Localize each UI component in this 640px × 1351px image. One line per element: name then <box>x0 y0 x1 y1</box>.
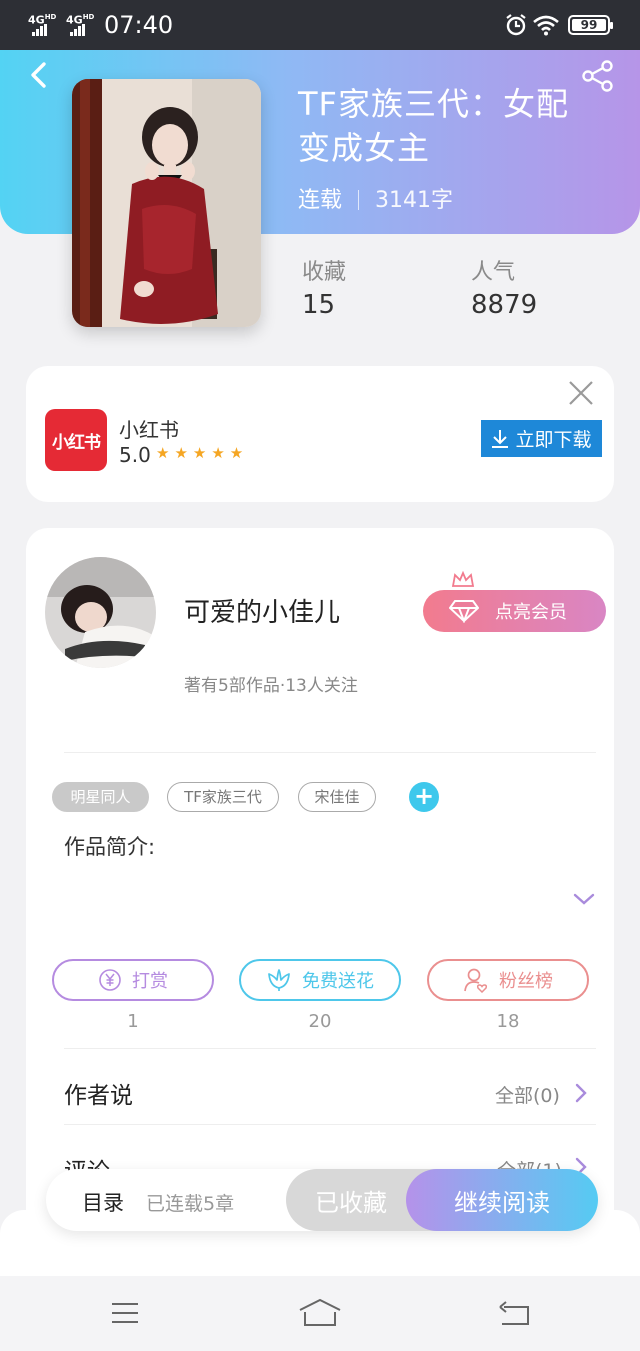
fan-count: 18 <box>496 1011 520 1032</box>
book-detail-page: 4GHD 4GHD 07:40 99 TF家族三代：女配变成女主 连载 3141… <box>0 0 640 1351</box>
book-cover-image[interactable] <box>72 79 261 327</box>
chapter-count: 已连载5章 <box>146 1193 235 1215</box>
continue-reading-label: 继续阅读 <box>454 1188 550 1217</box>
author-says-label[interactable]: 作者说 <box>64 1076 133 1110</box>
popularity-count: 8879 <box>471 290 538 320</box>
divider <box>64 752 596 753</box>
vip-member-button[interactable]: 点亮会员 <box>423 590 606 632</box>
fan-ranking-label: 粉丝榜 <box>499 971 553 992</box>
reward-button[interactable]: 打赏 <box>52 959 214 1001</box>
book-title: TF家族三代：女配变成女主 <box>298 85 569 167</box>
reward-count: 1 <box>127 1011 139 1032</box>
author-avatar[interactable] <box>45 557 156 668</box>
yen-icon <box>99 969 121 991</box>
home-icon[interactable] <box>298 1298 342 1328</box>
back-button[interactable] <box>22 58 56 92</box>
diamond-icon <box>449 600 479 623</box>
tag-1[interactable]: 明星同人 <box>52 782 149 812</box>
table-of-contents-button[interactable]: 目录 <box>82 1187 124 1217</box>
flower-count: 20 <box>308 1011 332 1032</box>
popularity-label: 人气 <box>471 260 516 285</box>
battery-level: 99 <box>580 18 598 32</box>
menu-icon[interactable] <box>110 1298 140 1328</box>
back-nav-icon[interactable] <box>498 1298 532 1328</box>
continue-reading-button[interactable]: 继续阅读 <box>406 1169 598 1231</box>
fan-icon <box>464 968 488 993</box>
favorited-label: 已收藏 <box>315 1188 387 1217</box>
ad-rating-value: 5.0 <box>119 443 151 467</box>
favorites-label: 收藏 <box>302 260 347 285</box>
star-rating-icon: ★★★★★ <box>156 444 249 462</box>
serial-status: 连载 <box>298 188 343 213</box>
reward-label: 打赏 <box>132 971 168 992</box>
download-label: 立即下载 <box>515 429 592 451</box>
alarm-icon <box>506 14 526 36</box>
author-name[interactable]: 可爱的小佳儿 <box>184 592 340 629</box>
download-button[interactable]: 立即下载 <box>481 420 602 457</box>
divider <box>64 1048 596 1049</box>
tag-2[interactable]: TF家族三代 <box>167 782 279 812</box>
add-tag-button[interactable]: + <box>409 782 439 812</box>
download-icon <box>492 429 509 448</box>
xiaohongshu-logo: 小红书 <box>45 409 107 471</box>
ad-app-name: 小红书 <box>119 418 179 442</box>
divider <box>64 1124 596 1125</box>
close-icon[interactable] <box>566 378 596 408</box>
favorites-count: 15 <box>302 290 336 320</box>
word-count: 3141字 <box>375 188 454 213</box>
signal-icon-1 <box>32 24 48 36</box>
author-meta: 著有5部作品·13人关注 <box>184 676 358 696</box>
fan-ranking-button[interactable]: 粉丝榜 <box>427 959 589 1001</box>
flower-icon <box>268 969 290 991</box>
separator <box>358 190 360 210</box>
wifi-icon <box>533 15 559 36</box>
author-says-all-link[interactable]: 全部(0) <box>495 1081 560 1108</box>
send-flower-button[interactable]: 免费送花 <box>239 959 401 1001</box>
clock: 07:40 <box>104 11 174 39</box>
signal-icon-2 <box>70 24 86 36</box>
intro-label: 作品简介: <box>64 835 156 859</box>
battery-icon: 99 <box>568 15 613 35</box>
crown-icon <box>451 570 475 587</box>
status-bar: 4GHD 4GHD 07:40 99 <box>0 0 640 50</box>
chevron-down-icon[interactable] <box>572 890 596 908</box>
book-status-line: 连载 3141字 <box>298 186 453 216</box>
send-flower-label: 免费送花 <box>302 971 374 992</box>
tag-3[interactable]: 宋佳佳 <box>298 782 376 812</box>
chevron-right-icon[interactable] <box>574 1082 588 1104</box>
vip-label: 点亮会员 <box>495 602 567 623</box>
